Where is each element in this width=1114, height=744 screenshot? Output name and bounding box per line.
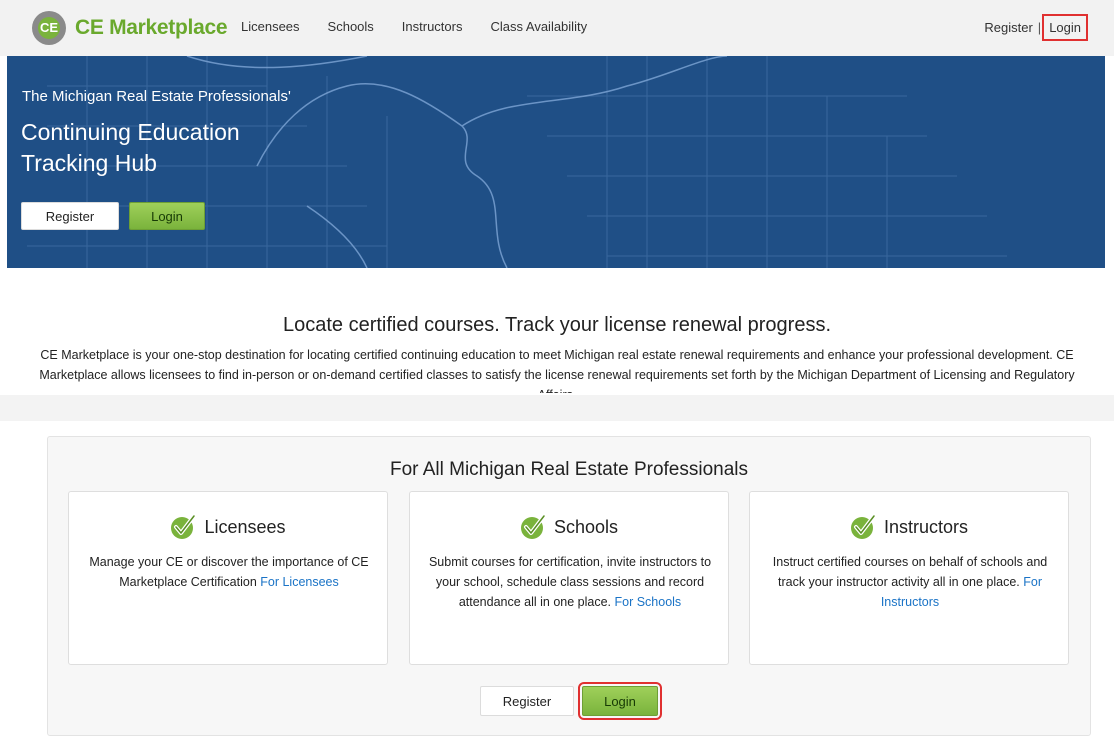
- card-title: Schools: [553, 516, 619, 537]
- hero-title-line-1: Continuing Education: [21, 119, 240, 145]
- card-title: Instructors: [883, 516, 969, 537]
- for-licensees-link[interactable]: For Licensees: [260, 575, 339, 589]
- hero-login-button[interactable]: Login: [129, 202, 205, 230]
- logo-letters: CE: [39, 20, 59, 35]
- intro-headline: Locate certified courses. Track your lic…: [282, 314, 832, 336]
- nav-link-licensees[interactable]: Licensees: [241, 19, 300, 34]
- card-instructors: Instructors Instruct certified courses o…: [749, 491, 1069, 665]
- hero-banner: The Michigan Real Estate Professionals' …: [7, 56, 1105, 268]
- hero-buttons: Register Login: [21, 202, 205, 230]
- card-title: Licensees: [204, 516, 286, 537]
- hero-title: Continuing Education Tracking Hub: [21, 117, 341, 179]
- nav-login-link[interactable]: Login: [1042, 14, 1088, 41]
- nav-separator: |: [1037, 20, 1042, 35]
- card-header: Instructors: [750, 514, 1068, 540]
- professionals-panel: For All Michigan Real Estate Professiona…: [47, 436, 1091, 736]
- nav-link-instructors[interactable]: Instructors: [402, 19, 463, 34]
- nav-link-class-availability[interactable]: Class Availability: [490, 19, 587, 34]
- green-checkmark-icon: [520, 514, 546, 539]
- card-schools: Schools Submit courses for certification…: [409, 491, 729, 665]
- green-checkmark-icon: [171, 514, 197, 539]
- card-description: Manage your CE or discover the importanc…: [87, 552, 371, 592]
- top-navigation: CE CE Marketplace Licensees Schools Inst…: [0, 0, 1114, 56]
- brand-logo-link[interactable]: CE CE Marketplace: [32, 9, 228, 47]
- green-checkmark-icon: [850, 514, 876, 539]
- panel-login-button[interactable]: Login: [578, 682, 662, 720]
- for-schools-link[interactable]: For Schools: [614, 595, 681, 609]
- hero-eyebrow: The Michigan Real Estate Professionals': [22, 88, 291, 105]
- panel-buttons: Register Login: [480, 682, 662, 720]
- hero-title-line-2: Tracking Hub: [21, 150, 157, 176]
- card-licensees: Licensees Manage your CE or discover the…: [68, 491, 388, 665]
- nav-account-links: Register | Login: [984, 14, 1088, 41]
- card-header: Licensees: [69, 514, 387, 540]
- panel-register-button[interactable]: Register: [480, 686, 574, 716]
- ce-logo-icon: CE: [32, 11, 66, 45]
- intro-description: CE Marketplace is your one-stop destinat…: [39, 348, 1075, 393]
- panel-title: For All Michigan Real Estate Professiona…: [390, 459, 748, 480]
- hero-register-button[interactable]: Register: [21, 202, 119, 230]
- nav-links: Licensees Schools Instructors Class Avai…: [241, 19, 587, 34]
- card-header: Schools: [410, 514, 728, 540]
- nav-link-schools[interactable]: Schools: [328, 19, 374, 34]
- card-text: Instruct certified courses on behalf of …: [772, 555, 1048, 589]
- brand-name: CE Marketplace: [75, 16, 228, 39]
- card-description: Submit courses for certification, invite…: [428, 552, 712, 612]
- section-divider: [0, 395, 1114, 421]
- card-description: Instruct certified courses on behalf of …: [768, 552, 1052, 612]
- nav-register-link[interactable]: Register: [984, 20, 1032, 35]
